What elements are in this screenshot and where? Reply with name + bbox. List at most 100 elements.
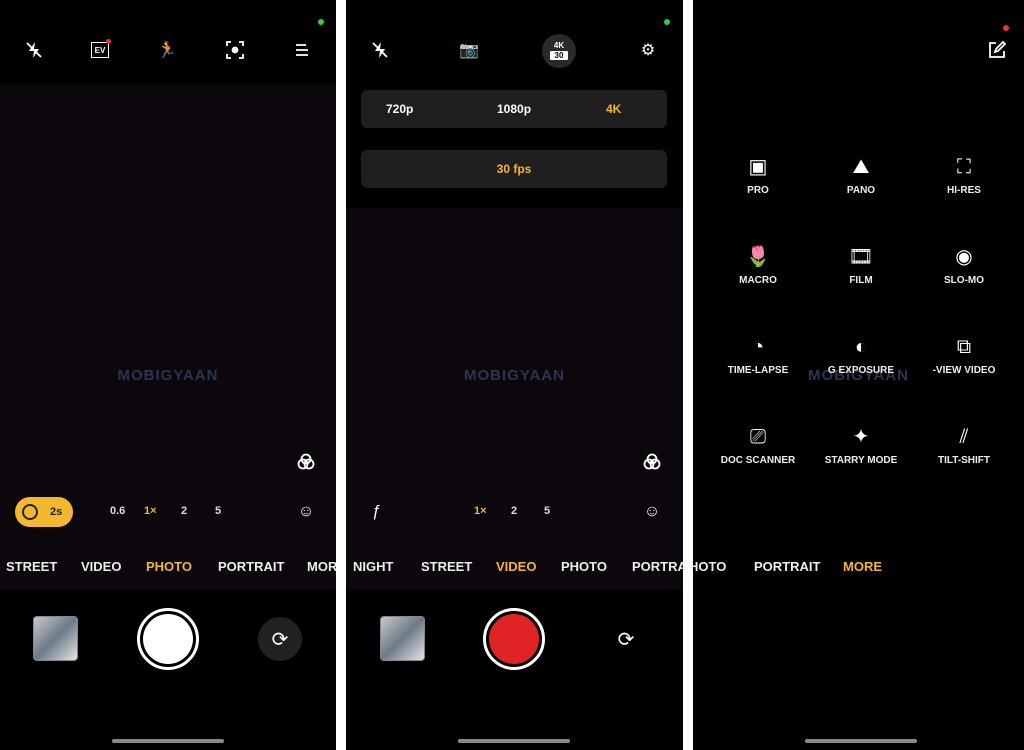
filter-icon[interactable] xyxy=(641,451,663,473)
doc-scanner-icon: ⎚ xyxy=(750,426,766,448)
edit-icon[interactable] xyxy=(986,39,1008,61)
mode-starry[interactable]: ✦ STARRY MODE xyxy=(806,424,916,466)
film-icon: 🎞 xyxy=(848,246,874,268)
filter-icon[interactable] xyxy=(295,451,317,473)
photo-screen: EV 🏃 MOBIGYAAN 2s 0.6 1× 2 5 ☺ STREET VI… xyxy=(0,0,336,750)
mode-label: DOC SCANNER xyxy=(720,455,796,466)
pro-icon: ▣ xyxy=(748,156,768,178)
zoom-5[interactable]: 5 xyxy=(544,505,550,517)
shutter-button[interactable] xyxy=(137,608,199,670)
zoom-1x[interactable]: 1× xyxy=(474,505,487,517)
color-profile-button[interactable]: ƒ xyxy=(365,501,387,523)
mode-video[interactable]: VIDEO xyxy=(496,559,536,574)
mode-selector: HOTO PORTRAIT MORE xyxy=(693,559,1024,577)
mode-label: PRO xyxy=(747,185,769,196)
mode-portrait[interactable]: PORTRAIT xyxy=(218,559,284,574)
rotate-icon: ⟳ xyxy=(617,628,635,651)
macro-icon: 🌷 xyxy=(745,246,771,268)
mode-pano[interactable]: ⛰ PANO xyxy=(806,154,916,196)
switch-camera-button[interactable]: ⟳ xyxy=(604,617,648,661)
mode-label: TIME-LAPSE xyxy=(727,365,789,376)
mode-photo[interactable]: PHOTO xyxy=(561,559,607,574)
home-indicator[interactable] xyxy=(805,739,917,743)
mode-selector: STREET VIDEO PHOTO PORTRAIT MOR xyxy=(0,559,336,577)
switch-camera-button[interactable]: ⟳ xyxy=(258,617,302,661)
mode-photo[interactable]: HOTO xyxy=(693,559,726,574)
resolution-selector: 720p 1080p 4K xyxy=(361,90,667,128)
portrait-face-icon[interactable]: ☺ xyxy=(641,501,663,523)
mode-hi-res[interactable]: ⛶ HI-RES xyxy=(909,154,1019,196)
portrait-face-icon[interactable]: ☺ xyxy=(295,501,317,523)
mode-film[interactable]: 🎞 FILM xyxy=(806,244,916,286)
rotate-icon: ⟳ xyxy=(271,628,289,651)
more-modes-screen: MOBIGYAAN ▣ PRO ⛰ PANO ⛶ HI-RES 🌷 MACRO 🎞 FIL… xyxy=(693,0,1024,750)
status-dot xyxy=(318,19,324,25)
tilt-shift-icon: ⫽ xyxy=(959,426,969,448)
gallery-thumbnail[interactable] xyxy=(380,616,425,661)
mode-portrait[interactable]: PORTRA xyxy=(632,559,683,574)
mode-slo-mo[interactable]: ◉ SLO-MO xyxy=(909,244,1019,286)
res-720p[interactable]: 720p xyxy=(386,102,413,116)
timer-button[interactable]: 2s xyxy=(15,497,73,527)
watermark: MOBIGYAAN xyxy=(117,367,219,384)
fps-selector[interactable]: 30 fps xyxy=(361,150,667,188)
zoom-1x[interactable]: 1× xyxy=(144,505,157,517)
mode-label: MACRO xyxy=(739,275,777,286)
mode-video[interactable]: VIDEO xyxy=(81,559,121,574)
zoom-5[interactable]: 5 xyxy=(215,505,221,517)
video-screen: 📷 4K 30 ⚙ 720p 1080p 4K 30 fps MOBIGYAAN … xyxy=(346,0,683,750)
mode-long-exposure[interactable]: ◐ G EXPOSURE xyxy=(806,334,916,376)
menu-icon[interactable] xyxy=(291,39,313,61)
flash-off-icon[interactable] xyxy=(23,39,45,61)
home-indicator[interactable] xyxy=(112,739,224,743)
settings-icon[interactable]: ⚙ xyxy=(637,39,659,61)
status-dot xyxy=(664,19,670,25)
hi-res-icon: ⛶ xyxy=(957,156,971,178)
badge-fps: 30 xyxy=(550,51,568,60)
gallery-thumbnail[interactable] xyxy=(33,616,78,661)
pano-icon: ⛰ xyxy=(852,156,870,178)
mode-portrait[interactable]: PORTRAIT xyxy=(754,559,820,574)
mode-label: TILT-SHIFT xyxy=(937,455,991,466)
mode-street[interactable]: STREET xyxy=(421,559,472,574)
mode-doc-scanner[interactable]: ⎚ DOC SCANNER xyxy=(703,424,813,466)
camera-mode-icon[interactable]: 📷 xyxy=(458,39,480,61)
exposure-icon: ◐ xyxy=(854,336,868,358)
timer-icon xyxy=(22,504,38,520)
watermark: MOBIGYAAN xyxy=(464,367,565,384)
mode-more[interactable]: MOR xyxy=(307,559,336,574)
res-1080p[interactable]: 1080p xyxy=(497,102,531,116)
mode-label: STARRY MODE xyxy=(824,455,898,466)
ev-icon[interactable]: EV xyxy=(89,39,111,61)
motion-icon[interactable]: 🏃 xyxy=(156,39,178,61)
mode-label: HI-RES xyxy=(947,185,981,196)
mode-night[interactable]: NIGHT xyxy=(353,559,393,574)
badge-resolution: 4K xyxy=(553,41,565,50)
zoom-2[interactable]: 2 xyxy=(181,505,187,517)
mode-selector: NIGHT STREET VIDEO PHOTO PORTRA xyxy=(346,559,683,577)
dual-view-video-icon: ⧉ xyxy=(956,336,972,358)
time-lapse-icon: ◔ xyxy=(751,336,765,358)
mode-label: G EXPOSURE xyxy=(827,365,895,376)
zoom-2[interactable]: 2 xyxy=(511,505,517,517)
mode-dual-view-video[interactable]: ⧉ -VIEW VIDEO xyxy=(909,334,1019,376)
mode-time-lapse[interactable]: ◔ TIME-LAPSE xyxy=(703,334,813,376)
mode-street[interactable]: STREET xyxy=(6,559,57,574)
mode-label: PANO xyxy=(846,185,876,196)
mode-macro[interactable]: 🌷 MACRO xyxy=(703,244,813,286)
zoom-0.6[interactable]: 0.6 xyxy=(110,505,125,517)
mode-photo[interactable]: PHOTO xyxy=(146,559,192,574)
home-indicator[interactable] xyxy=(458,739,570,743)
flash-off-icon[interactable] xyxy=(369,39,391,61)
mode-pro[interactable]: ▣ PRO xyxy=(703,154,813,196)
slo-mo-icon: ◉ xyxy=(955,246,973,268)
starry-icon: ✦ xyxy=(852,426,870,448)
record-button[interactable] xyxy=(483,608,545,670)
viewfinder[interactable] xyxy=(346,208,683,590)
mode-tilt-shift[interactable]: ⫽ TILT-SHIFT xyxy=(909,424,1019,466)
focus-icon[interactable] xyxy=(224,39,246,61)
mode-more[interactable]: MORE xyxy=(843,559,882,574)
res-4k[interactable]: 4K xyxy=(606,102,621,116)
mode-label: -VIEW VIDEO xyxy=(932,365,996,376)
resolution-badge-icon[interactable]: 4K 30 xyxy=(542,34,576,68)
